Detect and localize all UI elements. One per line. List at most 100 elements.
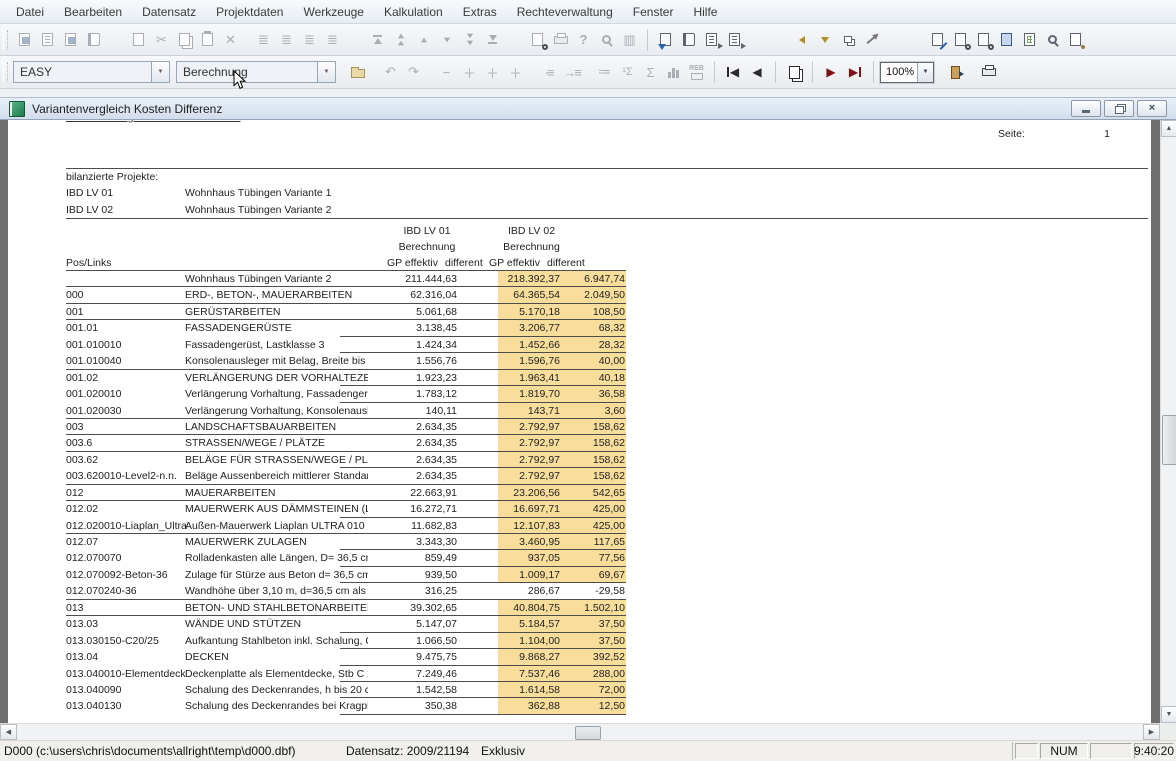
import-doc-icon[interactable] bbox=[654, 29, 677, 51]
toolbar-grip[interactable] bbox=[3, 62, 8, 82]
move-down-icon[interactable] bbox=[435, 29, 458, 51]
stats-chart-icon[interactable] bbox=[662, 61, 685, 83]
search-position-icon[interactable] bbox=[949, 29, 972, 51]
zoom-position-icon[interactable] bbox=[1041, 29, 1064, 51]
horizontal-scrollbar[interactable]: ◀ ▶ bbox=[0, 723, 1160, 740]
print-preview-icon[interactable] bbox=[526, 29, 549, 51]
tree-new-icon[interactable]: ≣ bbox=[252, 29, 275, 51]
user-rights-icon[interactable] bbox=[1064, 29, 1087, 51]
menu-item[interactable]: Extras bbox=[453, 1, 507, 23]
tree-insert-icon[interactable]: ≣ bbox=[321, 29, 344, 51]
next-page-button[interactable]: ▶ bbox=[819, 61, 843, 83]
search-text-icon[interactable] bbox=[972, 29, 995, 51]
menu-item[interactable]: Datei bbox=[6, 1, 54, 23]
close-button[interactable]: × bbox=[1137, 100, 1167, 117]
report-design-icon[interactable] bbox=[13, 29, 36, 51]
menu-item[interactable]: Projektdaten bbox=[206, 1, 293, 23]
sigma-icon[interactable]: Σ bbox=[639, 61, 662, 83]
scroll-up-button[interactable]: ▲ bbox=[1161, 120, 1176, 137]
horizontal-scroll-thumb[interactable] bbox=[575, 726, 601, 740]
report-image-icon[interactable] bbox=[59, 29, 82, 51]
layer-combobox[interactable]: Berechnung ▼ bbox=[176, 61, 336, 83]
goto-down-icon[interactable] bbox=[813, 29, 836, 51]
toolbar-grip[interactable] bbox=[3, 30, 8, 50]
status-pane-empty bbox=[1015, 743, 1038, 759]
layout-columns-icon[interactable]: ▥ bbox=[618, 29, 641, 51]
menu-item[interactable]: Bearbeiten bbox=[54, 1, 132, 23]
import-book-icon[interactable] bbox=[677, 29, 700, 51]
last-page-button[interactable]: ▶ bbox=[843, 61, 867, 83]
menu-item[interactable]: Werkzeuge bbox=[293, 1, 373, 23]
move-up-icon[interactable] bbox=[412, 29, 435, 51]
vertical-scrollbar[interactable]: ▲ ▼ bbox=[1160, 120, 1176, 723]
table-row: 013BETON- UND STAHLBETONARBEITEN39.302,6… bbox=[8, 600, 1151, 616]
menu-item[interactable]: Kalkulation bbox=[374, 1, 453, 23]
insert-sub-icon[interactable]: ＋ bbox=[504, 61, 527, 83]
delete-icon[interactable]: ✕ bbox=[219, 29, 242, 51]
move-down-fast-icon[interactable] bbox=[458, 29, 481, 51]
table-row: 013.040010-ElementdeckDeckenplatte als E… bbox=[8, 666, 1151, 682]
export-doc-icon[interactable] bbox=[700, 29, 723, 51]
tree-list-icon[interactable]: ≣ bbox=[275, 29, 298, 51]
status-num-lock: NUM bbox=[1040, 743, 1088, 759]
menu-item[interactable]: Rechteverwaltung bbox=[507, 1, 623, 23]
table-row: 003.62BELÄGE FÜR STRASSEN/WEGE / PLÄTZE2… bbox=[8, 452, 1151, 468]
numbered-list-icon[interactable]: ≔ bbox=[593, 61, 616, 83]
tile-windows-icon[interactable] bbox=[836, 29, 859, 51]
table-row: 013.040130Schalung des Deckenrandes bei … bbox=[8, 698, 1151, 714]
column-header-lv1: IBD LV 01 bbox=[372, 225, 482, 237]
open-lv-icon[interactable] bbox=[995, 29, 1018, 51]
status-divider bbox=[1012, 742, 1013, 760]
print-report-icon[interactable] bbox=[977, 61, 1000, 83]
chevron-down-icon[interactable]: ▼ bbox=[317, 62, 335, 82]
redo-icon[interactable]: ↷ bbox=[402, 61, 425, 83]
report-book-icon[interactable] bbox=[82, 29, 105, 51]
first-page-button[interactable]: ◀ bbox=[721, 61, 745, 83]
easy-combobox[interactable]: EASY ▼ bbox=[13, 61, 170, 83]
move-up-fast-icon[interactable] bbox=[389, 29, 412, 51]
restore-button[interactable] bbox=[1104, 100, 1134, 117]
status-record: Datensatz: 2009/21194 bbox=[346, 744, 469, 758]
menu-item[interactable]: Hilfe bbox=[683, 1, 727, 23]
edit-position-icon[interactable] bbox=[926, 29, 949, 51]
scroll-down-button[interactable]: ▼ bbox=[1161, 706, 1176, 723]
table-view-icon[interactable] bbox=[1018, 29, 1041, 51]
insert-below-icon[interactable]: ＋ bbox=[481, 61, 504, 83]
report-text-icon[interactable] bbox=[36, 29, 59, 51]
indent-icon[interactable]: →≡ bbox=[560, 61, 583, 83]
vertical-scroll-thumb[interactable] bbox=[1162, 415, 1176, 465]
open-layer-icon[interactable] bbox=[346, 61, 369, 83]
document-titlebar[interactable]: Variantenvergleich Kosten Differenz × bbox=[0, 97, 1176, 120]
reb-icon[interactable]: REB bbox=[685, 61, 708, 83]
chevron-down-icon[interactable]: ▼ bbox=[917, 63, 933, 82]
cut-icon[interactable]: ✂ bbox=[150, 29, 173, 51]
new-document-icon[interactable] bbox=[127, 29, 150, 51]
zoom-combobox[interactable]: 100% ▼ bbox=[880, 62, 934, 83]
copy-icon[interactable] bbox=[173, 29, 196, 51]
minimize-button[interactable] bbox=[1071, 100, 1101, 117]
copy-pages-icon[interactable] bbox=[782, 61, 806, 83]
sum-positions-icon[interactable]: ¹Σ bbox=[616, 61, 639, 83]
remove-row-icon[interactable]: − bbox=[435, 61, 458, 83]
print-icon[interactable] bbox=[549, 29, 572, 51]
transfer-doc-icon[interactable] bbox=[723, 29, 746, 51]
previous-page-button[interactable]: ◀ bbox=[745, 61, 769, 83]
move-first-icon[interactable] bbox=[366, 29, 389, 51]
outdent-icon[interactable]: ·≡ bbox=[537, 61, 560, 83]
menu-item[interactable]: Fenster bbox=[623, 1, 684, 23]
search-icon[interactable] bbox=[595, 29, 618, 51]
close-preview-icon[interactable] bbox=[944, 61, 967, 83]
tree-branch-icon[interactable]: ≣ bbox=[298, 29, 321, 51]
chevron-down-icon[interactable]: ▼ bbox=[151, 62, 169, 82]
scroll-left-button[interactable]: ◀ bbox=[0, 724, 17, 740]
undo-icon[interactable]: ↶ bbox=[379, 61, 402, 83]
paste-icon[interactable] bbox=[196, 29, 219, 51]
scroll-right-button[interactable]: ▶ bbox=[1143, 724, 1160, 740]
goto-back-icon[interactable] bbox=[790, 29, 813, 51]
column-header-calc-lv1: Berechnung bbox=[372, 241, 482, 253]
help-icon[interactable]: ? bbox=[572, 29, 595, 51]
menu-item[interactable]: Datensatz bbox=[132, 1, 206, 23]
insert-above-icon[interactable]: ＋ bbox=[458, 61, 481, 83]
move-last-icon[interactable] bbox=[481, 29, 504, 51]
pin-icon[interactable] bbox=[859, 29, 882, 51]
